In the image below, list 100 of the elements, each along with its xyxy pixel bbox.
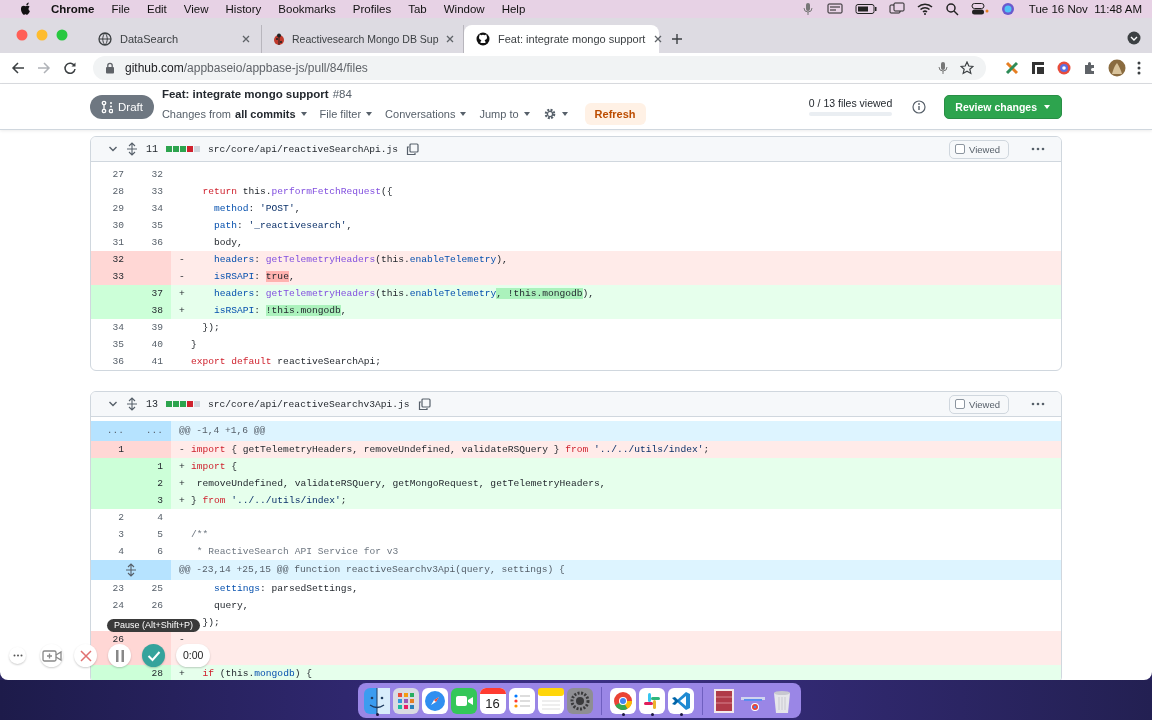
cross-icon[interactable] <box>1004 60 1020 76</box>
dropdown-menu[interactable]: Jump to <box>479 108 531 120</box>
close-icon[interactable] <box>241 34 251 44</box>
copy-icon[interactable] <box>406 142 419 156</box>
line-number: 24 <box>111 599 125 613</box>
search-icon[interactable] <box>944 2 959 16</box>
menu-item[interactable]: Bookmarks <box>278 3 336 15</box>
menu-item[interactable]: History <box>225 3 262 15</box>
list-icon[interactable] <box>508 687 535 714</box>
calendar-icon[interactable]: 16 <box>479 687 506 714</box>
lock-icon <box>105 62 115 74</box>
line-number: 29 <box>111 202 125 216</box>
display-icon[interactable] <box>826 2 843 16</box>
files-viewed-text: 0 / 13 files viewed <box>808 97 893 109</box>
browser-tab[interactable]: DataSearch <box>86 25 262 53</box>
chevron-icon[interactable] <box>108 144 118 154</box>
orb-icon[interactable] <box>1000 2 1015 16</box>
star-icon[interactable] <box>960 61 974 75</box>
more-icon[interactable] <box>1031 402 1045 406</box>
badge-icon[interactable] <box>1056 60 1072 76</box>
menu-item[interactable]: Profiles <box>352 3 392 15</box>
line-number: 32 <box>150 168 164 182</box>
hash-logo-icon[interactable] <box>638 687 665 714</box>
commits-filter[interactable]: Changes from all commits <box>161 108 308 120</box>
face-icon[interactable] <box>363 687 390 714</box>
toggle-icon[interactable] <box>970 2 989 16</box>
copy-icon[interactable] <box>417 397 431 411</box>
line-number: 23 <box>111 582 125 596</box>
camera-icon <box>41 648 62 663</box>
code-line: import { <box>191 460 239 474</box>
gear-icon[interactable] <box>566 687 593 714</box>
reload-icon[interactable] <box>63 61 77 75</box>
browser-logo-icon[interactable] <box>609 687 636 714</box>
viewed-button[interactable]: Viewed <box>949 394 1009 414</box>
file-path[interactable]: src/core/api/reactiveSearchApi.js <box>208 143 398 155</box>
code-line: isRSAPI: !this.mongodb, <box>213 304 348 318</box>
menu-item[interactable]: Tab <box>408 3 427 15</box>
menu-item[interactable]: Edit <box>147 3 167 15</box>
checkbox[interactable] <box>955 144 965 154</box>
line-number: 3 <box>136 492 171 509</box>
url-text[interactable]: github.com/appbaseio/appbase-js/pull/84/files <box>125 61 368 75</box>
menu-item[interactable]: Window <box>443 3 485 15</box>
expand-icon[interactable] <box>126 142 138 156</box>
browser-tab[interactable]: Feat: integrate mongo support <box>464 25 659 53</box>
address-bar[interactable]: github.com/appbaseio/appbase-js/pull/84/files <box>93 56 986 80</box>
wifi-icon[interactable] <box>916 2 933 16</box>
compass-icon[interactable] <box>421 687 448 714</box>
caret-icon <box>365 110 374 118</box>
mic-icon[interactable] <box>800 2 815 16</box>
settings-button[interactable] <box>542 107 569 121</box>
flag-icon[interactable] <box>1030 60 1046 76</box>
dropdown-menu[interactable]: File filter <box>319 108 374 120</box>
cat-logo-icon <box>476 32 490 46</box>
close-dot-icon[interactable] <box>16 29 28 41</box>
line-number: 33 <box>150 185 164 199</box>
expand-icon[interactable] <box>126 397 138 411</box>
caret-icon <box>560 110 569 118</box>
video-camera-icon[interactable] <box>450 687 477 714</box>
back-icon[interactable] <box>11 61 25 75</box>
dropdown-menu[interactable]: Conversations <box>385 108 468 120</box>
notepad-icon[interactable] <box>537 687 564 714</box>
zoom-dot-icon[interactable] <box>56 29 68 41</box>
minimize-dot-icon[interactable] <box>36 29 48 41</box>
code-editor-icon[interactable] <box>667 687 694 714</box>
menu-item[interactable]: View <box>183 3 209 15</box>
viewed-button[interactable]: Viewed <box>949 139 1009 159</box>
refresh-button[interactable]: Refresh <box>584 103 646 125</box>
code-line: if (this.mongodb) { <box>201 667 313 680</box>
file-path[interactable]: src/core/api/reactiveSearchv3Api.js <box>208 398 410 410</box>
dropdown-icon[interactable] <box>1127 31 1141 45</box>
code-line: /** <box>191 528 210 542</box>
line-number: 25 <box>150 582 164 596</box>
chevron-icon[interactable] <box>108 399 118 409</box>
menu-item[interactable]: File <box>111 3 130 15</box>
line-number: 32 <box>91 251 136 268</box>
menu-icon[interactable] <box>1136 60 1142 76</box>
avatar-icon[interactable] <box>1108 59 1126 77</box>
line-number: 38 <box>136 302 171 319</box>
windows-icon[interactable] <box>888 2 905 16</box>
close-icon[interactable] <box>653 34 664 44</box>
battery-icon[interactable] <box>854 3 877 15</box>
info-icon[interactable] <box>912 99 927 114</box>
code-line: } from '../../utils/index'; <box>191 494 348 508</box>
clock: Tue 16 Nov 11:48 AM <box>1028 3 1142 15</box>
change-count: 11 <box>146 143 158 155</box>
diff-sign: + <box>178 667 186 680</box>
draft-icon <box>101 99 113 114</box>
checkbox[interactable] <box>955 399 965 409</box>
mic-icon[interactable] <box>936 61 950 75</box>
plus-icon[interactable] <box>671 33 683 45</box>
line-number[interactable]: ... <box>136 421 171 441</box>
calendar-date: 16 <box>485 694 500 713</box>
line-number: 31 <box>111 236 125 250</box>
expand-icon[interactable] <box>125 563 137 577</box>
menu-item[interactable]: Chrome <box>51 3 95 15</box>
globe-icon <box>98 32 112 46</box>
close-icon[interactable] <box>445 34 455 44</box>
menu-item[interactable]: Help <box>501 3 526 15</box>
line-number[interactable]: ... <box>91 421 136 441</box>
more-icon[interactable] <box>1031 147 1045 151</box>
